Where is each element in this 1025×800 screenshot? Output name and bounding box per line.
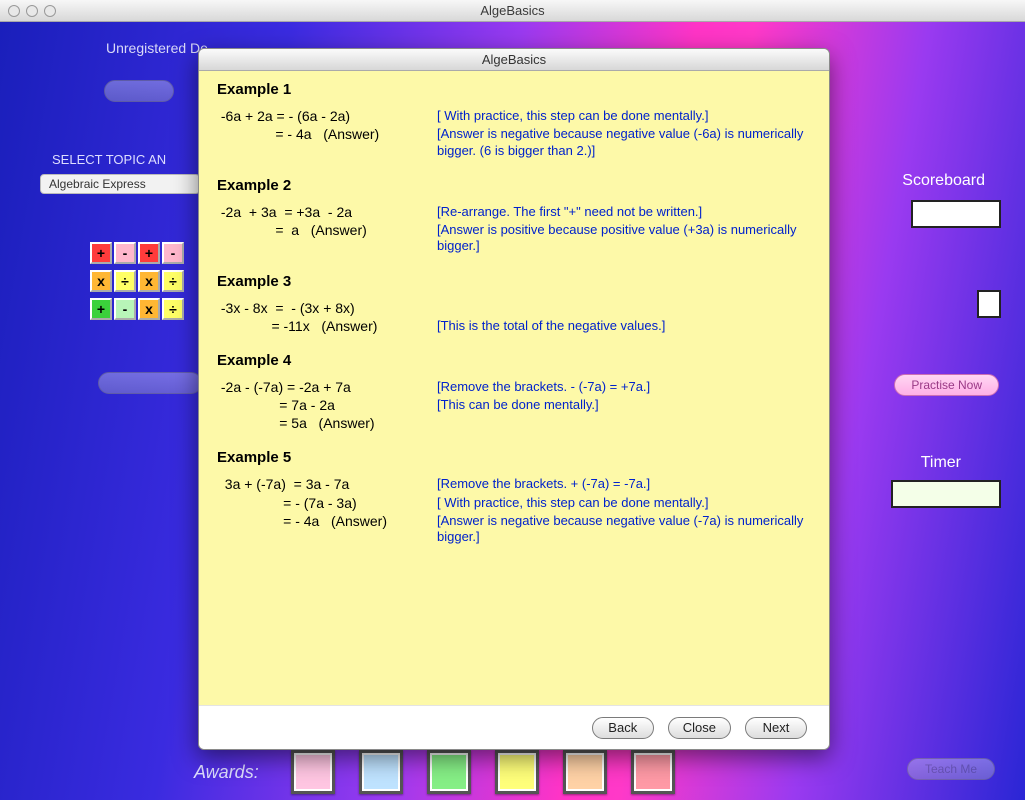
award-slot	[291, 750, 335, 794]
practise-now-label: Practise Now	[911, 378, 982, 392]
example-block: Example 1 -6a + 2a = - (6a - 2a)[ With p…	[217, 81, 811, 159]
example-block: Example 4 -2a - (-7a) = -2a + 7a[Remove …	[217, 352, 811, 432]
example-math: = 5a (Answer)	[217, 415, 437, 431]
example-math: = -11x (Answer)	[217, 318, 437, 334]
teach-me-button[interactable]: Teach Me	[907, 758, 995, 780]
example-math: -3x - 8x = - (3x + 8x)	[217, 300, 437, 316]
op-mult[interactable]: x	[138, 270, 160, 292]
dialog-button-row: Back Close Next	[199, 705, 829, 749]
example-note: [Answer is positive because positive val…	[437, 222, 811, 255]
op-mult[interactable]: x	[90, 270, 112, 292]
example-block: Example 5 3a + (-7a) = 3a - 7a[Remove th…	[217, 449, 811, 545]
example-line: = 7a - 2a[This can be done mentally.]	[217, 397, 811, 413]
scoreboard-box-2	[977, 290, 1001, 318]
example-note: [This can be done mentally.]	[437, 397, 811, 413]
op-plus[interactable]: +	[138, 242, 160, 264]
op-minus[interactable]: -	[114, 242, 136, 264]
example-line: = 5a (Answer)	[217, 415, 811, 431]
example-note: [Answer is negative because negative val…	[437, 126, 811, 159]
window-titlebar: AlgeBasics	[0, 0, 1025, 22]
op-minus[interactable]: -	[114, 298, 136, 320]
example-block: Example 3 -3x - 8x = - (3x + 8x) = -11x …	[217, 273, 811, 334]
example-note: [ With practice, this step can be done m…	[437, 108, 811, 124]
award-slot	[631, 750, 675, 794]
example-line: = - 4a (Answer)[Answer is negative becau…	[217, 126, 811, 159]
example-line: -2a - (-7a) = -2a + 7a[Remove the bracke…	[217, 379, 811, 395]
example-note: [Remove the brackets. + (-7a) = -7a.]	[437, 476, 811, 492]
op-div[interactable]: ÷	[114, 270, 136, 292]
close-button-label: Close	[683, 720, 716, 735]
traffic-lights	[8, 5, 56, 17]
example-title: Example 3	[217, 273, 811, 290]
example-title: Example 5	[217, 449, 811, 466]
minimize-window-icon[interactable]	[26, 5, 38, 17]
example-math: = 7a - 2a	[217, 397, 437, 413]
example-block: Example 2 -2a + 3a = +3a - 2a[Re-arrange…	[217, 177, 811, 255]
example-note: [ With practice, this step can be done m…	[437, 495, 811, 511]
next-button-label: Next	[763, 720, 790, 735]
example-line: -3x - 8x = - (3x + 8x)	[217, 300, 811, 316]
example-title: Example 4	[217, 352, 811, 369]
close-button[interactable]: Close	[668, 717, 731, 739]
timer-box	[891, 480, 1001, 508]
select-topic-label: SELECT TOPIC AN	[52, 152, 166, 167]
award-slot	[427, 750, 471, 794]
back-button[interactable]: Back	[592, 717, 654, 739]
op-div[interactable]: ÷	[162, 298, 184, 320]
example-math: = - 4a (Answer)	[217, 126, 437, 142]
example-note: [Answer is negative because negative val…	[437, 513, 811, 546]
bg-button-2[interactable]	[98, 372, 202, 394]
timer-label: Timer	[921, 454, 961, 472]
example-line: -2a + 3a = +3a - 2a[Re-arrange. The firs…	[217, 204, 811, 220]
scoreboard-box	[911, 200, 1001, 228]
awards-row: Awards:	[194, 750, 675, 794]
teach-me-label: Teach Me	[925, 762, 977, 776]
example-math: -6a + 2a = - (6a - 2a)	[217, 108, 437, 124]
op-minus[interactable]: -	[162, 242, 184, 264]
workspace: Unregistered De SELECT TOPIC AN Algebrai…	[0, 22, 1025, 800]
dialog-titlebar: AlgeBasics	[199, 49, 829, 71]
dialog-title: AlgeBasics	[482, 52, 546, 67]
example-line: = - 4a (Answer)[Answer is negative becau…	[217, 513, 811, 546]
example-math: = a (Answer)	[217, 222, 437, 238]
zoom-window-icon[interactable]	[44, 5, 56, 17]
example-line: = -11x (Answer)[This is the total of the…	[217, 318, 811, 334]
next-button[interactable]: Next	[745, 717, 807, 739]
example-title: Example 1	[217, 81, 811, 98]
op-mult[interactable]: x	[138, 298, 160, 320]
op-plus[interactable]: +	[90, 242, 112, 264]
example-line: = a (Answer)[Answer is positive because …	[217, 222, 811, 255]
close-window-icon[interactable]	[8, 5, 20, 17]
example-math: -2a - (-7a) = -2a + 7a	[217, 379, 437, 395]
example-math: = - 4a (Answer)	[217, 513, 437, 529]
back-button-label: Back	[608, 720, 637, 735]
unregistered-label: Unregistered De	[106, 40, 208, 56]
example-line: 3a + (-7a) = 3a - 7a[Remove the brackets…	[217, 476, 811, 492]
award-slot	[563, 750, 607, 794]
example-note: [Remove the brackets. - (-7a) = +7a.]	[437, 379, 811, 395]
window-title: AlgeBasics	[0, 3, 1025, 18]
topic-dropdown-value: Algebraic Express	[49, 177, 146, 191]
examples-dialog: AlgeBasics Example 1 -6a + 2a = - (6a - …	[198, 48, 830, 750]
example-math: 3a + (-7a) = 3a - 7a	[217, 476, 437, 492]
example-math: = - (7a - 3a)	[217, 495, 437, 511]
award-slot	[359, 750, 403, 794]
operator-grid: + - + - x ÷ x ÷ + - x ÷	[90, 242, 184, 326]
bg-button-1[interactable]	[104, 80, 174, 102]
dialog-body: Example 1 -6a + 2a = - (6a - 2a)[ With p…	[199, 71, 829, 705]
example-title: Example 2	[217, 177, 811, 194]
op-plus[interactable]: +	[90, 298, 112, 320]
scoreboard-label: Scoreboard	[902, 172, 985, 190]
example-line: -6a + 2a = - (6a - 2a)[ With practice, t…	[217, 108, 811, 124]
example-math: -2a + 3a = +3a - 2a	[217, 204, 437, 220]
awards-label: Awards:	[194, 762, 259, 783]
example-note: [This is the total of the negative value…	[437, 318, 811, 334]
award-slot	[495, 750, 539, 794]
example-line: = - (7a - 3a)[ With practice, this step …	[217, 495, 811, 511]
topic-dropdown[interactable]: Algebraic Express	[40, 174, 200, 194]
example-note: [Re-arrange. The first "+" need not be w…	[437, 204, 811, 220]
op-div[interactable]: ÷	[162, 270, 184, 292]
practise-now-button[interactable]: Practise Now	[894, 374, 999, 396]
